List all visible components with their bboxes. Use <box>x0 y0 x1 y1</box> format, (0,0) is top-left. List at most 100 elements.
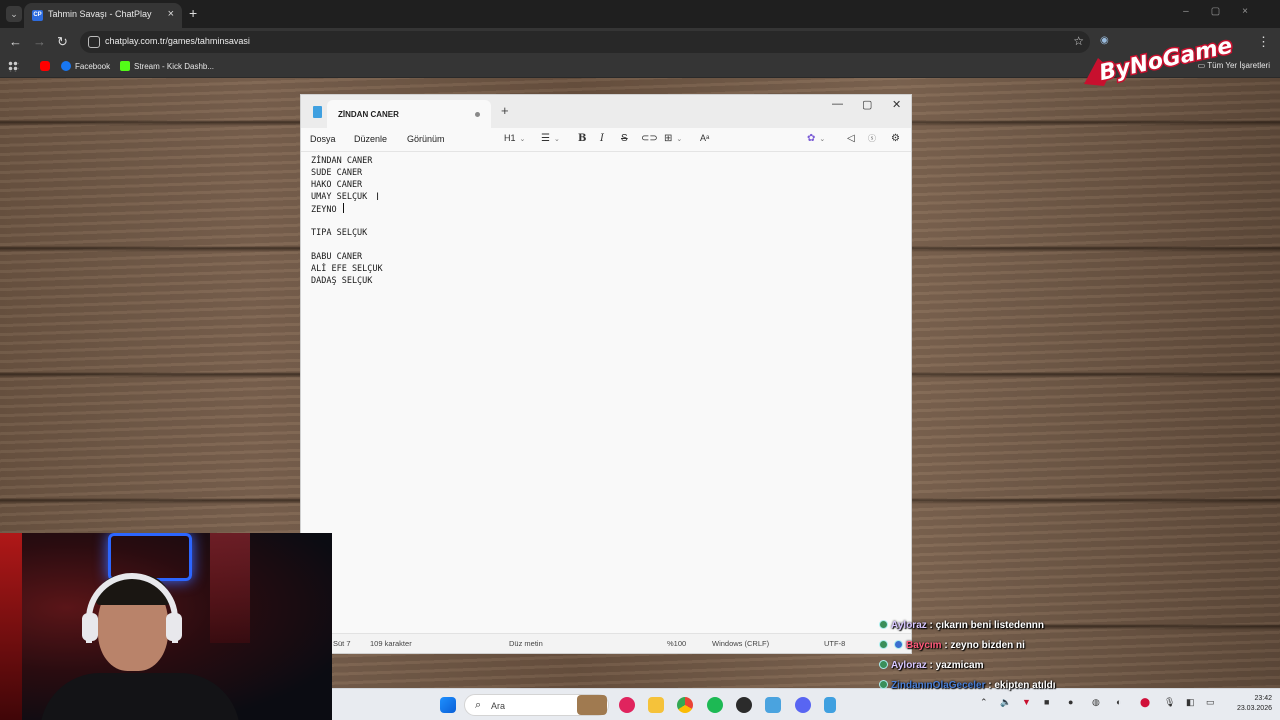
status-line-endings[interactable]: Windows (CRLF) <box>712 639 769 648</box>
headset-icon <box>86 573 178 643</box>
chat-username: ZindanınOlaGeceler <box>891 680 986 691</box>
site-info-icon[interactable] <box>88 36 100 48</box>
link-icon[interactable]: ⊂⊃ <box>641 133 658 144</box>
bookmark-kick[interactable]: Stream - Kick Dashb... <box>120 61 214 71</box>
status-char-count: 109 karakter <box>370 639 412 648</box>
maximize-icon[interactable]: ▢ <box>862 98 872 111</box>
facebook-icon <box>61 61 71 71</box>
spotify-icon[interactable] <box>707 697 723 713</box>
chat-message: Baycım : zeyno bizden ni <box>876 640 1280 660</box>
chat-badge-icon <box>894 640 903 649</box>
headset-earcup <box>166 613 182 641</box>
tab-title: Tahmin Savaşı - ChatPlay <box>48 9 152 19</box>
chevron-down-icon: ⌄ <box>819 136 826 143</box>
text-line: UMAY SELÇUK <box>311 192 368 202</box>
apps-grid-icon[interactable] <box>8 61 19 72</box>
copilot-dropdown[interactable]: ✿ ⌄ <box>807 133 825 144</box>
status-encoding[interactable]: UTF-8 <box>824 639 845 648</box>
notepad-new-tab-icon[interactable]: + <box>501 103 509 118</box>
list-dropdown[interactable]: ☰ ⌄ <box>541 133 560 144</box>
notepad-taskbar-icon[interactable] <box>824 697 836 713</box>
chat-username: Ayloraz <box>891 620 927 631</box>
table-icon: ⊞ <box>664 133 673 144</box>
red-light <box>0 533 22 720</box>
url-text[interactable]: chatplay.com.tr/games/tahminsavasi <box>105 36 250 46</box>
text-line: TIPA SELÇUK <box>311 228 368 238</box>
streamer-shirt <box>40 673 240 720</box>
status-zoom[interactable]: %100 <box>667 639 686 648</box>
notepad-tab[interactable]: ZİNDAN CANER <box>327 100 491 128</box>
youtube-icon <box>40 61 50 71</box>
tab-close-icon[interactable]: × <box>168 8 174 20</box>
chat-message: ZindanınOlaGeceler : ekipten atıldı <box>876 680 1280 700</box>
italic-icon[interactable]: I <box>600 133 604 144</box>
notepad-menubar: Dosya Düzenle Görünüm H1 ⌄ ☰ ⌄ B I S ⊂⊃ ⊞ ⌄… <box>301 128 911 152</box>
copilot-icon: ✿ <box>807 133 816 144</box>
heading-dropdown[interactable]: H1 ⌄ <box>504 133 525 143</box>
address-bar[interactable]: chatplay.com.tr/games/tahminsavasi ☆ <box>80 31 1090 53</box>
bookmark-label: Facebook <box>75 62 111 71</box>
search-icon: ⌕ <box>475 699 482 711</box>
stream-chat-overlay: Ayloraz : çıkarın beni listedennn Baycım… <box>876 620 1280 700</box>
list-icon: ☰ <box>541 133 550 144</box>
bookmark-facebook[interactable]: Facebook <box>61 61 110 71</box>
back-arrow-icon[interactable]: ← <box>9 34 22 49</box>
current-line-text: ZEYNO <box>311 205 342 215</box>
unsaved-dot-icon[interactable] <box>475 112 480 117</box>
browser-tab[interactable]: CP Tahmin Savaşı - ChatPlay × <box>24 3 182 28</box>
headset-earcup <box>82 613 98 641</box>
settings-gear-icon[interactable]: ⚙ <box>891 133 900 144</box>
kick-icon <box>120 61 130 71</box>
chatplay-favicon-icon: CP <box>32 10 43 21</box>
browser-window-controls[interactable]: –▢× <box>1183 6 1270 17</box>
new-tab-icon[interactable]: + <box>189 5 197 21</box>
notepad-app-icon <box>313 106 322 118</box>
music-app-icon[interactable] <box>619 697 635 713</box>
tab-search-icon[interactable]: ⌄ <box>6 6 22 22</box>
chat-text: : yazmicam <box>929 660 984 671</box>
menu-view[interactable]: Görünüm <box>407 134 445 144</box>
webcam-feed <box>0 533 332 720</box>
account-icon[interactable]: ⓢ <box>868 133 876 144</box>
chevron-down-icon: ⌄ <box>519 136 526 143</box>
chevron-down-icon: ⌄ <box>676 136 683 143</box>
start-windows-icon[interactable] <box>440 697 456 713</box>
chat-badge-icon <box>879 620 888 629</box>
table-dropdown[interactable]: ⊞ ⌄ <box>664 133 682 144</box>
clock-date: 23.03.2026 <box>1236 705 1272 712</box>
menu-edit[interactable]: Düzenle <box>354 134 387 144</box>
status-format[interactable]: Düz metin <box>509 639 543 648</box>
logo-text: ByNoGame <box>1097 34 1235 87</box>
chat-username: Ayloraz <box>891 660 927 671</box>
chat-badge-icon <box>879 640 888 649</box>
file-explorer-icon[interactable] <box>648 697 664 713</box>
bookmark-label: Stream - Kick Dashb... <box>134 62 215 71</box>
text-line: ALİ EFE SELÇUK <box>311 264 383 274</box>
chat-username: Baycım <box>906 640 942 651</box>
bookmark-youtube[interactable] <box>40 61 54 71</box>
search-placeholder: Ara <box>491 701 506 711</box>
strikethrough-icon[interactable]: S <box>621 133 628 144</box>
announce-icon[interactable]: ◁ <box>847 133 855 144</box>
reload-icon[interactable]: ↻ <box>57 34 68 50</box>
text-line-current: ZEYNO <box>311 203 383 215</box>
chat-text: : çıkarın beni listedennn <box>929 620 1045 631</box>
minimize-icon[interactable]: — <box>832 98 843 110</box>
discord-icon[interactable] <box>795 697 811 713</box>
search-highlight-icon[interactable] <box>577 695 607 715</box>
chrome-icon[interactable] <box>677 697 693 713</box>
text-line: BABU CANER <box>311 252 363 262</box>
forward-arrow-icon[interactable]: → <box>33 34 46 49</box>
status-position: Süt 7 <box>333 639 351 648</box>
obs-icon[interactable] <box>736 697 752 713</box>
notepad-statusbar: Süt 7 109 karakter Düz metin %100 Window… <box>301 633 911 653</box>
clear-format-icon[interactable]: Aᵃ <box>700 133 709 143</box>
notepad-text-area[interactable]: ZİNDAN CANER SUDE CANER HAKO CANER UMAY … <box>311 155 383 287</box>
close-icon[interactable]: ✕ <box>892 98 901 111</box>
text-line <box>311 215 383 227</box>
text-cursor-icon: I <box>376 191 380 203</box>
menu-file[interactable]: Dosya <box>310 134 336 144</box>
browser-menu-icon[interactable]: ⋮ <box>1257 34 1270 50</box>
app-icon[interactable] <box>765 697 781 713</box>
bold-icon[interactable]: B <box>578 133 586 144</box>
